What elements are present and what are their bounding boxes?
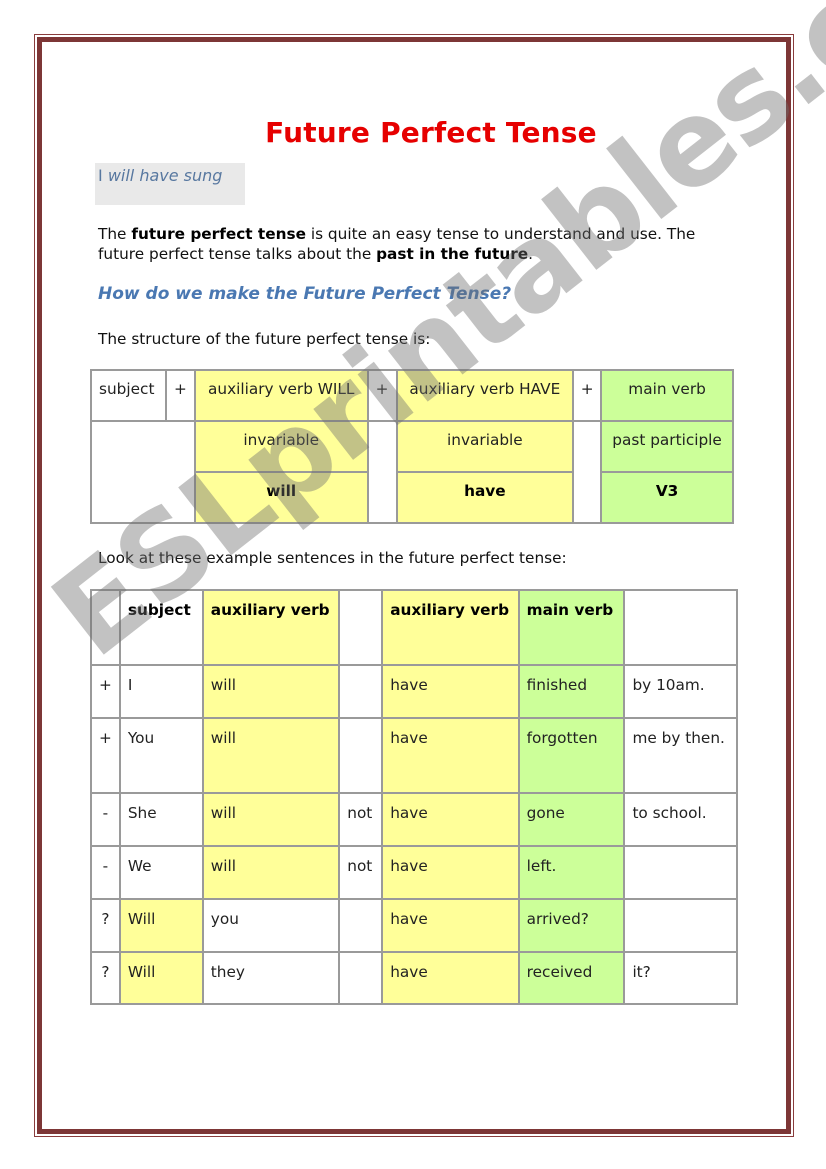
example-prefix: I [98,166,108,185]
table-row: ? Will you have arrived? [91,899,737,952]
cell-rest: it? [624,952,737,1004]
cell-main-verb: left. [518,846,625,899]
cell-aux-will: will [202,793,340,846]
table-row: + You will have forgotten me by then. [91,718,737,793]
structure-cell-have: have [396,472,574,523]
structure-cell-empty [91,421,195,523]
cell-subject: You [119,718,203,793]
table-row: ? Will they have received it? [91,952,737,1004]
cell-main-verb: finished [518,665,625,718]
cell-sign: - [91,793,120,846]
header-cell-rest [624,590,737,665]
structure-row: invariable invariable past participle [91,421,733,523]
header-cell-main-verb: main verb [518,590,625,665]
structure-cell-empty [573,421,602,523]
cell-sign: + [91,665,120,718]
structure-cell-main-verb: main verb [601,370,733,421]
table-row: - We will not have left. [91,846,737,899]
cell-subject: they [202,952,340,1004]
cell-sign: ? [91,952,120,1004]
header-cell-subject: subject [119,590,203,665]
cell-aux-have: have [382,846,519,899]
cell-not [339,952,383,1004]
structure-table: subject + auxiliary verb WILL + auxiliar… [90,369,734,524]
intro-text: . [528,245,534,263]
cell-rest [624,846,737,899]
structure-cell-aux-will: auxiliary verb WILL [194,370,368,421]
structure-row: subject + auxiliary verb WILL + auxiliar… [91,370,733,421]
cell-aux-will: will [202,718,340,793]
example-text: will have sung [107,166,223,185]
cell-rest [624,899,737,952]
cell-sign: + [91,718,120,793]
structure-cell-will: will [194,472,368,523]
cell-subject: She [119,793,203,846]
structure-cell-past-participle: past participle [601,421,733,472]
cell-not [339,899,383,952]
examples-intro: Look at these example sentences in the f… [98,549,567,567]
cell-aux-have: have [382,793,519,846]
structure-cell-empty [367,421,397,523]
structure-cell-aux-have: auxiliary verb HAVE [396,370,574,421]
table-row: - She will not have gone to school. [91,793,737,846]
cell-main-verb: received [518,952,625,1004]
cell-sign: - [91,846,120,899]
example-sentence: I will have sung [98,166,222,185]
examples-table: subject auxiliary verb auxiliary verb ma… [90,589,738,1005]
intro-text: The [98,225,132,243]
structure-cell-v3: V3 [601,472,733,523]
cell-aux-will: will [202,846,340,899]
cell-subject: I [119,665,203,718]
header-cell-sign [91,590,120,665]
intro-bold-term: future perfect tense [131,225,306,243]
cell-not: not [339,846,383,899]
structure-cell-plus: + [367,370,397,421]
cell-subject: you [202,899,340,952]
cell-aux-will-question: Will [119,952,203,1004]
cell-main-verb: forgotten [518,718,625,793]
cell-not [339,718,383,793]
header-cell-aux-have: auxiliary verb [382,590,519,665]
cell-not [339,665,383,718]
structure-intro: The structure of the future perfect tens… [98,330,431,348]
cell-subject: We [119,846,203,899]
cell-rest: to school. [624,793,737,846]
cell-not: not [339,793,383,846]
cell-aux-have: have [382,665,519,718]
structure-cell-invariable: invariable [194,421,368,472]
cell-rest: by 10am. [624,665,737,718]
cell-aux-will: will [202,665,340,718]
table-row: + I will have finished by 10am. [91,665,737,718]
cell-aux-have: have [382,952,519,1004]
page-title: Future Perfect Tense [265,116,597,149]
cell-aux-have: have [382,899,519,952]
structure-cell-invariable: invariable [396,421,574,472]
cell-sign: ? [91,899,120,952]
examples-header-row: subject auxiliary verb auxiliary verb ma… [91,590,737,665]
intro-paragraph: The future perfect tense is quite an eas… [98,224,738,264]
header-cell-not [339,590,383,665]
section-heading: How do we make the Future Perfect Tense? [98,284,512,304]
structure-cell-plus: + [165,370,195,421]
intro-bold-phrase: past in the future [376,245,529,263]
header-cell-aux-will: auxiliary verb [202,590,340,665]
cell-aux-will-question: Will [119,899,203,952]
cell-main-verb: arrived? [518,899,625,952]
cell-main-verb: gone [518,793,625,846]
structure-cell-plus: + [573,370,602,421]
cell-rest: me by then. [624,718,737,793]
structure-cell-subject: subject [91,370,166,421]
cell-aux-have: have [382,718,519,793]
